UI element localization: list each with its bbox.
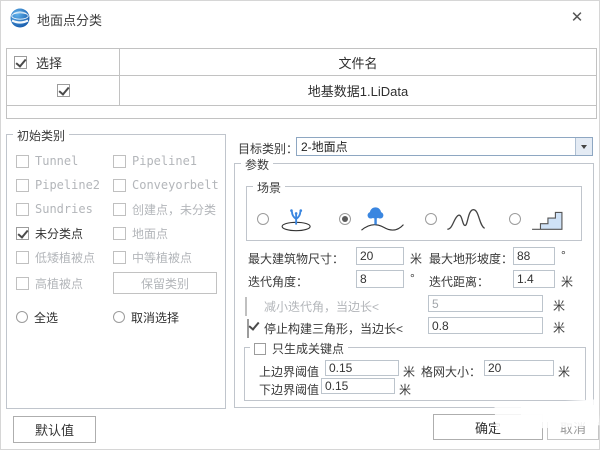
scene-option-urban-stairs[interactable] [509, 205, 565, 233]
table-row[interactable]: 地基数据1.LiData [7, 76, 596, 106]
initial-category-grid: Tunnel Pipeline1 Pipeline2 Conveyorbelt … [16, 149, 221, 329]
row-select-cell [7, 76, 120, 105]
class-checkbox-high-vegetation[interactable]: 高植被点 [16, 275, 113, 292]
keypoints-only-checkbox[interactable] [254, 343, 266, 355]
file-table-header: 选择 文件名 [7, 49, 596, 76]
default-values-button[interactable]: 默认值 [13, 416, 96, 443]
class-checkbox-pipeline2[interactable]: Pipeline2 [16, 178, 113, 192]
close-icon[interactable]: ✕ [567, 7, 587, 27]
chevron-down-icon[interactable] [575, 138, 592, 155]
watermark-smudge [521, 405, 599, 422]
checkbox[interactable] [16, 155, 29, 168]
checkbox[interactable] [113, 251, 126, 264]
flat-ground-vegetation-icon [277, 205, 319, 233]
deselect-radio[interactable]: 取消选择 [113, 309, 179, 326]
target-category-label: 目标类别： [238, 140, 298, 157]
grid-size-input[interactable] [484, 360, 554, 376]
select-column-header: 选择 [7, 49, 120, 75]
iter-dist-unit: 米 [561, 273, 573, 290]
grid-size-label: 格网大小： [421, 363, 481, 380]
urban-stairs-icon [529, 205, 565, 233]
keypoints-group-title: 只生成关键点 [250, 340, 348, 357]
row-checkbox[interactable] [57, 84, 70, 97]
class-checkbox-low-vegetation[interactable]: 低矮植被点 [16, 249, 113, 266]
iter-angle-unit: ° [410, 271, 415, 285]
checkbox[interactable] [16, 251, 29, 264]
keep-category-button[interactable]: 保留类别 [113, 272, 217, 294]
class-checkbox-pipeline1[interactable]: Pipeline1 [113, 154, 197, 168]
reduce-angle-checkbox[interactable] [245, 297, 247, 316]
upper-threshold-label: 上边界阈值 [259, 363, 319, 380]
radio[interactable] [339, 213, 351, 225]
filename-column-header: 文件名 [120, 49, 596, 75]
checkbox[interactable] [113, 203, 126, 216]
select-all-radio[interactable]: 全选 [16, 309, 113, 326]
radio[interactable] [16, 311, 28, 323]
title-bar: 地面点分类 ✕ [1, 1, 599, 35]
target-category-value: 2-地面点 [297, 138, 575, 155]
max-building-unit: 米 [410, 250, 422, 267]
stop-triangle-unit: 米 [553, 319, 565, 336]
max-slope-input[interactable] [513, 247, 555, 265]
class-checkbox-unclassified[interactable]: 未分类点 [16, 225, 113, 242]
class-checkbox-tunnel[interactable]: Tunnel [16, 154, 113, 168]
ground-point-classification-dialog: 地面点分类 ✕ 选择 文件名 地基数据1.LiData 初始类别 Tunnel [0, 0, 600, 450]
stop-triangle-input[interactable] [428, 317, 543, 334]
checkbox[interactable] [16, 227, 29, 240]
grid-size-unit: 米 [558, 363, 570, 380]
radio[interactable] [425, 213, 437, 225]
max-building-label: 最大建筑物尺寸： [248, 250, 344, 267]
lower-threshold-unit: 米 [399, 381, 411, 398]
initial-category-group: 初始类别 Tunnel Pipeline1 Pipeline2 Conveyor… [6, 134, 226, 409]
reduce-angle-input[interactable] [428, 295, 543, 312]
iter-angle-input[interactable] [356, 270, 404, 288]
checkbox[interactable] [113, 155, 126, 168]
file-table: 选择 文件名 地基数据1.LiData [6, 48, 597, 119]
class-checkbox-conveyorbelt[interactable]: Conveyorbelt [113, 178, 219, 192]
scene-option-gentle-slope[interactable] [339, 205, 405, 233]
radio[interactable] [257, 213, 269, 225]
keypoints-only-label: 只生成关键点 [272, 340, 344, 357]
iter-dist-input[interactable] [513, 270, 555, 288]
class-checkbox-medium-vegetation[interactable]: 中等植被点 [113, 249, 192, 266]
initial-category-title: 初始类别 [13, 127, 69, 144]
select-header-label: 选择 [36, 53, 62, 72]
scene-group: 场景 [246, 186, 582, 241]
lidar360-logo-icon [9, 7, 31, 29]
radio[interactable] [113, 311, 125, 323]
checkbox[interactable] [16, 277, 29, 290]
parameters-title: 参数 [241, 156, 273, 173]
scene-option-flat-vegetation[interactable] [257, 205, 319, 233]
gentle-slope-trees-icon [359, 205, 405, 233]
checkbox[interactable] [113, 179, 126, 192]
steep-mountain-icon [445, 205, 487, 233]
scene-option-steep-mountain[interactable] [425, 205, 487, 233]
checkbox[interactable] [16, 179, 29, 192]
iter-angle-label: 迭代角度： [248, 273, 308, 290]
checkbox[interactable] [16, 203, 29, 216]
max-slope-unit: ° [561, 248, 566, 262]
reduce-angle-label: 减小迭代角，当边长< [264, 298, 379, 315]
upper-threshold-input[interactable] [325, 360, 399, 376]
lower-threshold-label: 下边界阈值 [259, 381, 319, 398]
reduce-angle-unit: 米 [553, 297, 565, 314]
class-checkbox-ground[interactable]: 地面点 [113, 225, 168, 242]
lower-threshold-input[interactable] [321, 378, 395, 394]
select-all-checkbox[interactable] [14, 56, 27, 69]
upper-threshold-unit: 米 [403, 363, 415, 380]
class-checkbox-sundries[interactable]: Sundries [16, 202, 113, 216]
target-category-dropdown[interactable]: 2-地面点 [296, 137, 593, 156]
class-checkbox-created-unclassified[interactable]: 创建点，未分类 [113, 201, 216, 218]
dialog-title: 地面点分类 [37, 10, 102, 29]
max-building-input[interactable] [356, 247, 404, 265]
max-slope-label: 最大地形坡度： [429, 250, 513, 267]
row-filename: 地基数据1.LiData [120, 76, 596, 105]
iter-dist-label: 迭代距离： [429, 273, 489, 290]
stop-triangle-checkbox[interactable] [247, 319, 249, 338]
stop-triangle-label: 停止构建三角形，当边长< [264, 320, 403, 337]
scene-title: 场景 [253, 179, 285, 196]
checkbox[interactable] [113, 227, 126, 240]
radio[interactable] [509, 213, 521, 225]
